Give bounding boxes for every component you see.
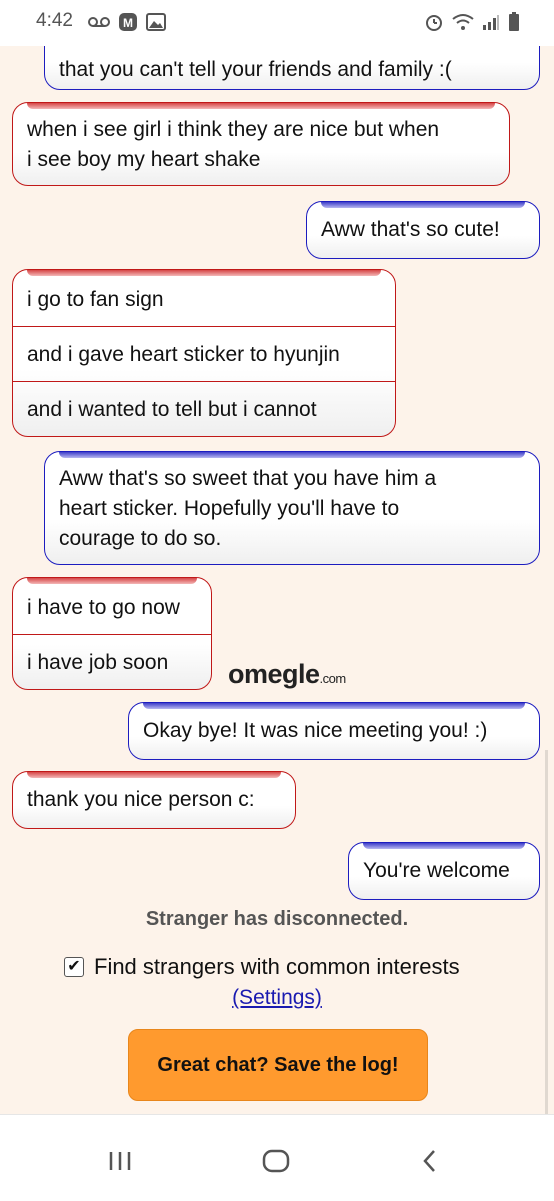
app-notification-icon: M — [118, 12, 138, 37]
alarm-icon — [424, 12, 444, 37]
message-stranger: i have to go now i have job soon — [12, 577, 212, 690]
message-you: that you can't tell your friends and fam… — [44, 46, 540, 90]
navigation-bar — [0, 1114, 554, 1201]
message-you: You're welcome — [348, 842, 540, 900]
message-stranger: thank you nice person c: — [12, 771, 296, 829]
message-you: Aww that's so sweet that you have him a … — [44, 451, 540, 565]
recent-apps-icon[interactable] — [100, 1141, 140, 1181]
message-you: Okay bye! It was nice meeting you! :) — [128, 702, 540, 760]
save-log-button[interactable]: Great chat? Save the log! — [128, 1029, 428, 1101]
status-right-icons — [424, 12, 520, 37]
signal-icon — [482, 14, 500, 35]
message-text: You're welcome — [363, 859, 510, 882]
message-text: Okay bye! It was nice meeting you! :) — [143, 719, 488, 742]
omegle-logo: omegle.com — [228, 659, 346, 690]
logo-name: omegle — [228, 659, 320, 689]
status-bar: 4:42 M — [0, 0, 554, 46]
status-time: 4:42 — [36, 10, 73, 31]
message-text: i see boy my heart shake — [27, 148, 261, 171]
message-stranger: when i see girl i think they are nice bu… — [12, 102, 510, 186]
message-text: i go to fan sign — [27, 288, 164, 311]
message-text: that you can't tell your friends and fam… — [59, 58, 452, 81]
status-left-icons: M — [88, 12, 166, 37]
checkmark-icon: ✔ — [67, 958, 81, 975]
image-icon — [146, 13, 166, 36]
message-text: Aww that's so sweet that you have him a — [59, 467, 437, 490]
home-icon[interactable] — [256, 1141, 296, 1181]
disconnected-status: Stranger has disconnected. — [145, 908, 409, 930]
common-interests-checkbox[interactable]: ✔ — [64, 957, 84, 977]
message-text: when i see girl i think they are nice bu… — [27, 118, 440, 141]
logo-suffix: .com — [319, 671, 347, 686]
message-text: heart sticker. Hopefully you'll have to — [59, 497, 400, 520]
scrollbar[interactable] — [545, 750, 548, 1114]
message-text: and i gave heart sticker to hyunjin — [13, 326, 395, 381]
message-stranger: i go to fan sign and i gave heart sticke… — [12, 269, 396, 437]
wifi-icon — [452, 13, 474, 36]
message-text: and i wanted to tell but i cannot — [13, 381, 395, 436]
message-text: i have job soon — [13, 634, 211, 689]
svg-text:M: M — [123, 16, 133, 30]
message-text: thank you nice person c: — [27, 788, 255, 811]
common-interests-row: ✔ Find strangers with common interests — [64, 954, 460, 980]
message-text: Aww that's so cute! — [321, 218, 500, 241]
message-you: Aww that's so cute! — [306, 201, 540, 259]
voicemail-icon — [88, 15, 110, 34]
back-icon[interactable] — [410, 1141, 450, 1181]
message-text: i have to go now — [27, 596, 180, 619]
battery-icon — [508, 12, 520, 37]
chat-log: that you can't tell your friends and fam… — [0, 46, 554, 1114]
settings-link[interactable]: (Settings) — [0, 986, 554, 1010]
message-text: courage to do so. — [59, 527, 222, 550]
common-interests-label: Find strangers with common interests — [94, 954, 460, 979]
